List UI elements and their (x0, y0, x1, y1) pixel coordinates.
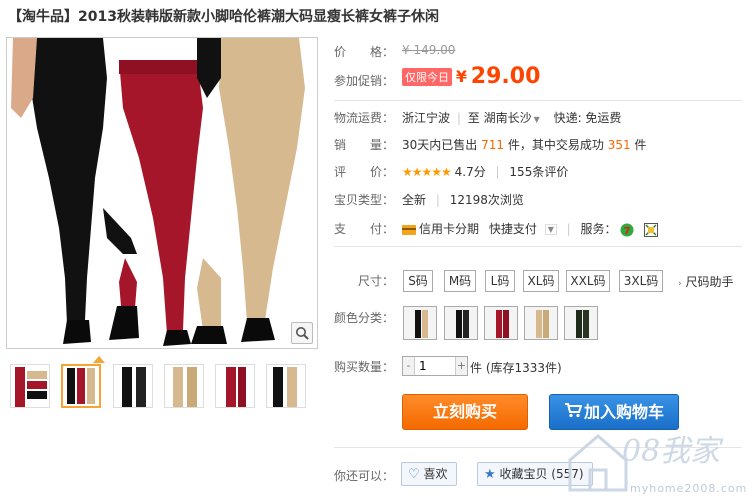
size-option-xxl[interactable]: XXL码 (566, 270, 610, 292)
payment-info: 信用卡分期 快捷支付 ▼ | 服务： 7 (402, 220, 659, 237)
thumbnail-2[interactable] (61, 364, 101, 408)
color-label: 颜色分类： (334, 311, 395, 325)
buy-now-button[interactable]: 立刻购买 (402, 394, 528, 430)
promo-price-group: 仅限今日 ¥ 29.00 (402, 64, 540, 89)
credit-installment-link[interactable]: 信用卡分期 (419, 222, 479, 236)
view-count: 12198次浏览 (449, 193, 524, 207)
star-rating-icon: ★★★★★ (402, 165, 452, 179)
ship-to-select[interactable]: 湖南长沙 ▼ (484, 111, 540, 125)
thumbnail-3[interactable] (113, 364, 153, 408)
size-option-l[interactable]: L码 (485, 270, 515, 292)
like-label: 喜欢 (423, 467, 448, 481)
size-label: 尺寸： (358, 274, 395, 288)
ship-method: 快递: 免运费 (553, 111, 622, 125)
rating-label: 评 价： (334, 165, 395, 179)
thumbnail-5[interactable] (215, 364, 255, 408)
add-to-cart-label: 加入购物车 (583, 402, 664, 422)
thumbnail-6[interactable] (266, 364, 306, 408)
sales-info: 30天内已售出 711 件，其中交易成功 351 件 (402, 136, 646, 153)
original-price: ¥ 149.00 (402, 43, 456, 57)
current-price: 29.00 (470, 64, 541, 89)
site-watermark: 08我家 myhome2008.com (560, 420, 750, 500)
divider (334, 100, 742, 101)
promo-label: 参加促销： (334, 74, 395, 88)
thumbnail-4[interactable] (164, 364, 204, 408)
condition: 全新 (402, 193, 427, 207)
color-option-wine[interactable] (484, 306, 518, 340)
chevron-down-icon[interactable]: ▼ (544, 224, 557, 235)
sold-count: 711 (481, 138, 505, 152)
currency-symbol: ¥ (455, 67, 467, 86)
shipping-info: 浙江宁波 | 至 湖南长沙 ▼ 快递: 免运费 (402, 111, 622, 125)
rating-score: 4.7分 (454, 165, 486, 179)
credit-card-icon (402, 224, 416, 235)
seven-day-return-icon[interactable]: 7 (620, 223, 634, 237)
stock-info: 件 (库存1333件) (470, 361, 562, 375)
size-option-m[interactable]: M码 (444, 270, 476, 292)
color-option-dark-green[interactable] (564, 306, 598, 340)
size-option-xl[interactable]: XL码 (523, 270, 559, 292)
sales-label: 销 量： (334, 138, 395, 152)
rating-info: ★★★★★ 4.7分 | 155条评价 (402, 165, 569, 179)
like-button[interactable]: ♡ 喜欢 (401, 462, 457, 486)
color-option-khaki[interactable] (524, 306, 558, 340)
quantity-increase-button[interactable]: + (455, 357, 467, 375)
quick-pay-link[interactable]: 快捷支付 (489, 222, 537, 236)
price-label: 价 格： (334, 45, 395, 59)
star-icon: ★ (484, 467, 496, 482)
review-count-link[interactable]: 155条评价 (509, 165, 568, 179)
size-option-s[interactable]: S码 (403, 270, 433, 292)
sales-suffix: 件 (634, 138, 647, 152)
chevron-down-icon: ▼ (533, 115, 540, 124)
type-info: 全新 | 12198次浏览 (402, 193, 524, 207)
color-option-black[interactable] (444, 306, 478, 340)
divider (334, 246, 742, 247)
zoom-icon[interactable] (291, 322, 313, 344)
ship-to-prefix: 至 (467, 111, 480, 125)
chevron-right-icon: › (678, 279, 682, 289)
size-option-3xl[interactable]: 3XL码 (619, 270, 663, 292)
ship-to: 湖南长沙 (483, 111, 532, 125)
payment-label: 支 付： (334, 222, 395, 236)
quantity-decrease-button[interactable]: - (403, 357, 415, 375)
shipping-label: 物流运费： (334, 111, 395, 125)
share-label: 你还可以： (334, 469, 395, 483)
thumbnail-1[interactable] (10, 364, 50, 408)
main-product-image[interactable] (6, 37, 318, 349)
sales-prefix: 30天内已售出 (402, 138, 478, 152)
size-helper-link[interactable]: › 尺码助手 (678, 273, 733, 290)
promo-badge: 仅限今日 (402, 67, 452, 86)
type-label: 宝贝类型： (334, 193, 395, 207)
svg-text:7: 7 (624, 226, 631, 237)
quantity-input[interactable] (416, 357, 456, 375)
guarantee-icon[interactable] (644, 222, 659, 237)
watermark-text: 08我家 (622, 434, 721, 469)
color-option-khaki-black[interactable] (403, 306, 437, 340)
success-count: 351 (607, 138, 631, 152)
ship-from: 浙江宁波 (402, 111, 451, 125)
pants-photo (7, 38, 317, 348)
thumb-pointer (93, 356, 105, 363)
size-helper-label: 尺码助手 (685, 275, 734, 289)
watermark-url: myhome2008.com (630, 482, 748, 495)
quantity-stepper: - + (402, 356, 468, 376)
heart-icon: ♡ (408, 467, 420, 482)
service-label: 服务： (580, 222, 617, 236)
product-title: 【淘牛品】2013秋装韩版新款小脚哈伦裤潮大码显瘦长裤女裤子休闲 (8, 9, 439, 25)
quantity-label: 购买数量： (334, 360, 395, 374)
sales-mid: 件，其中交易成功 (507, 138, 604, 152)
thumbnail-strip (10, 364, 310, 410)
